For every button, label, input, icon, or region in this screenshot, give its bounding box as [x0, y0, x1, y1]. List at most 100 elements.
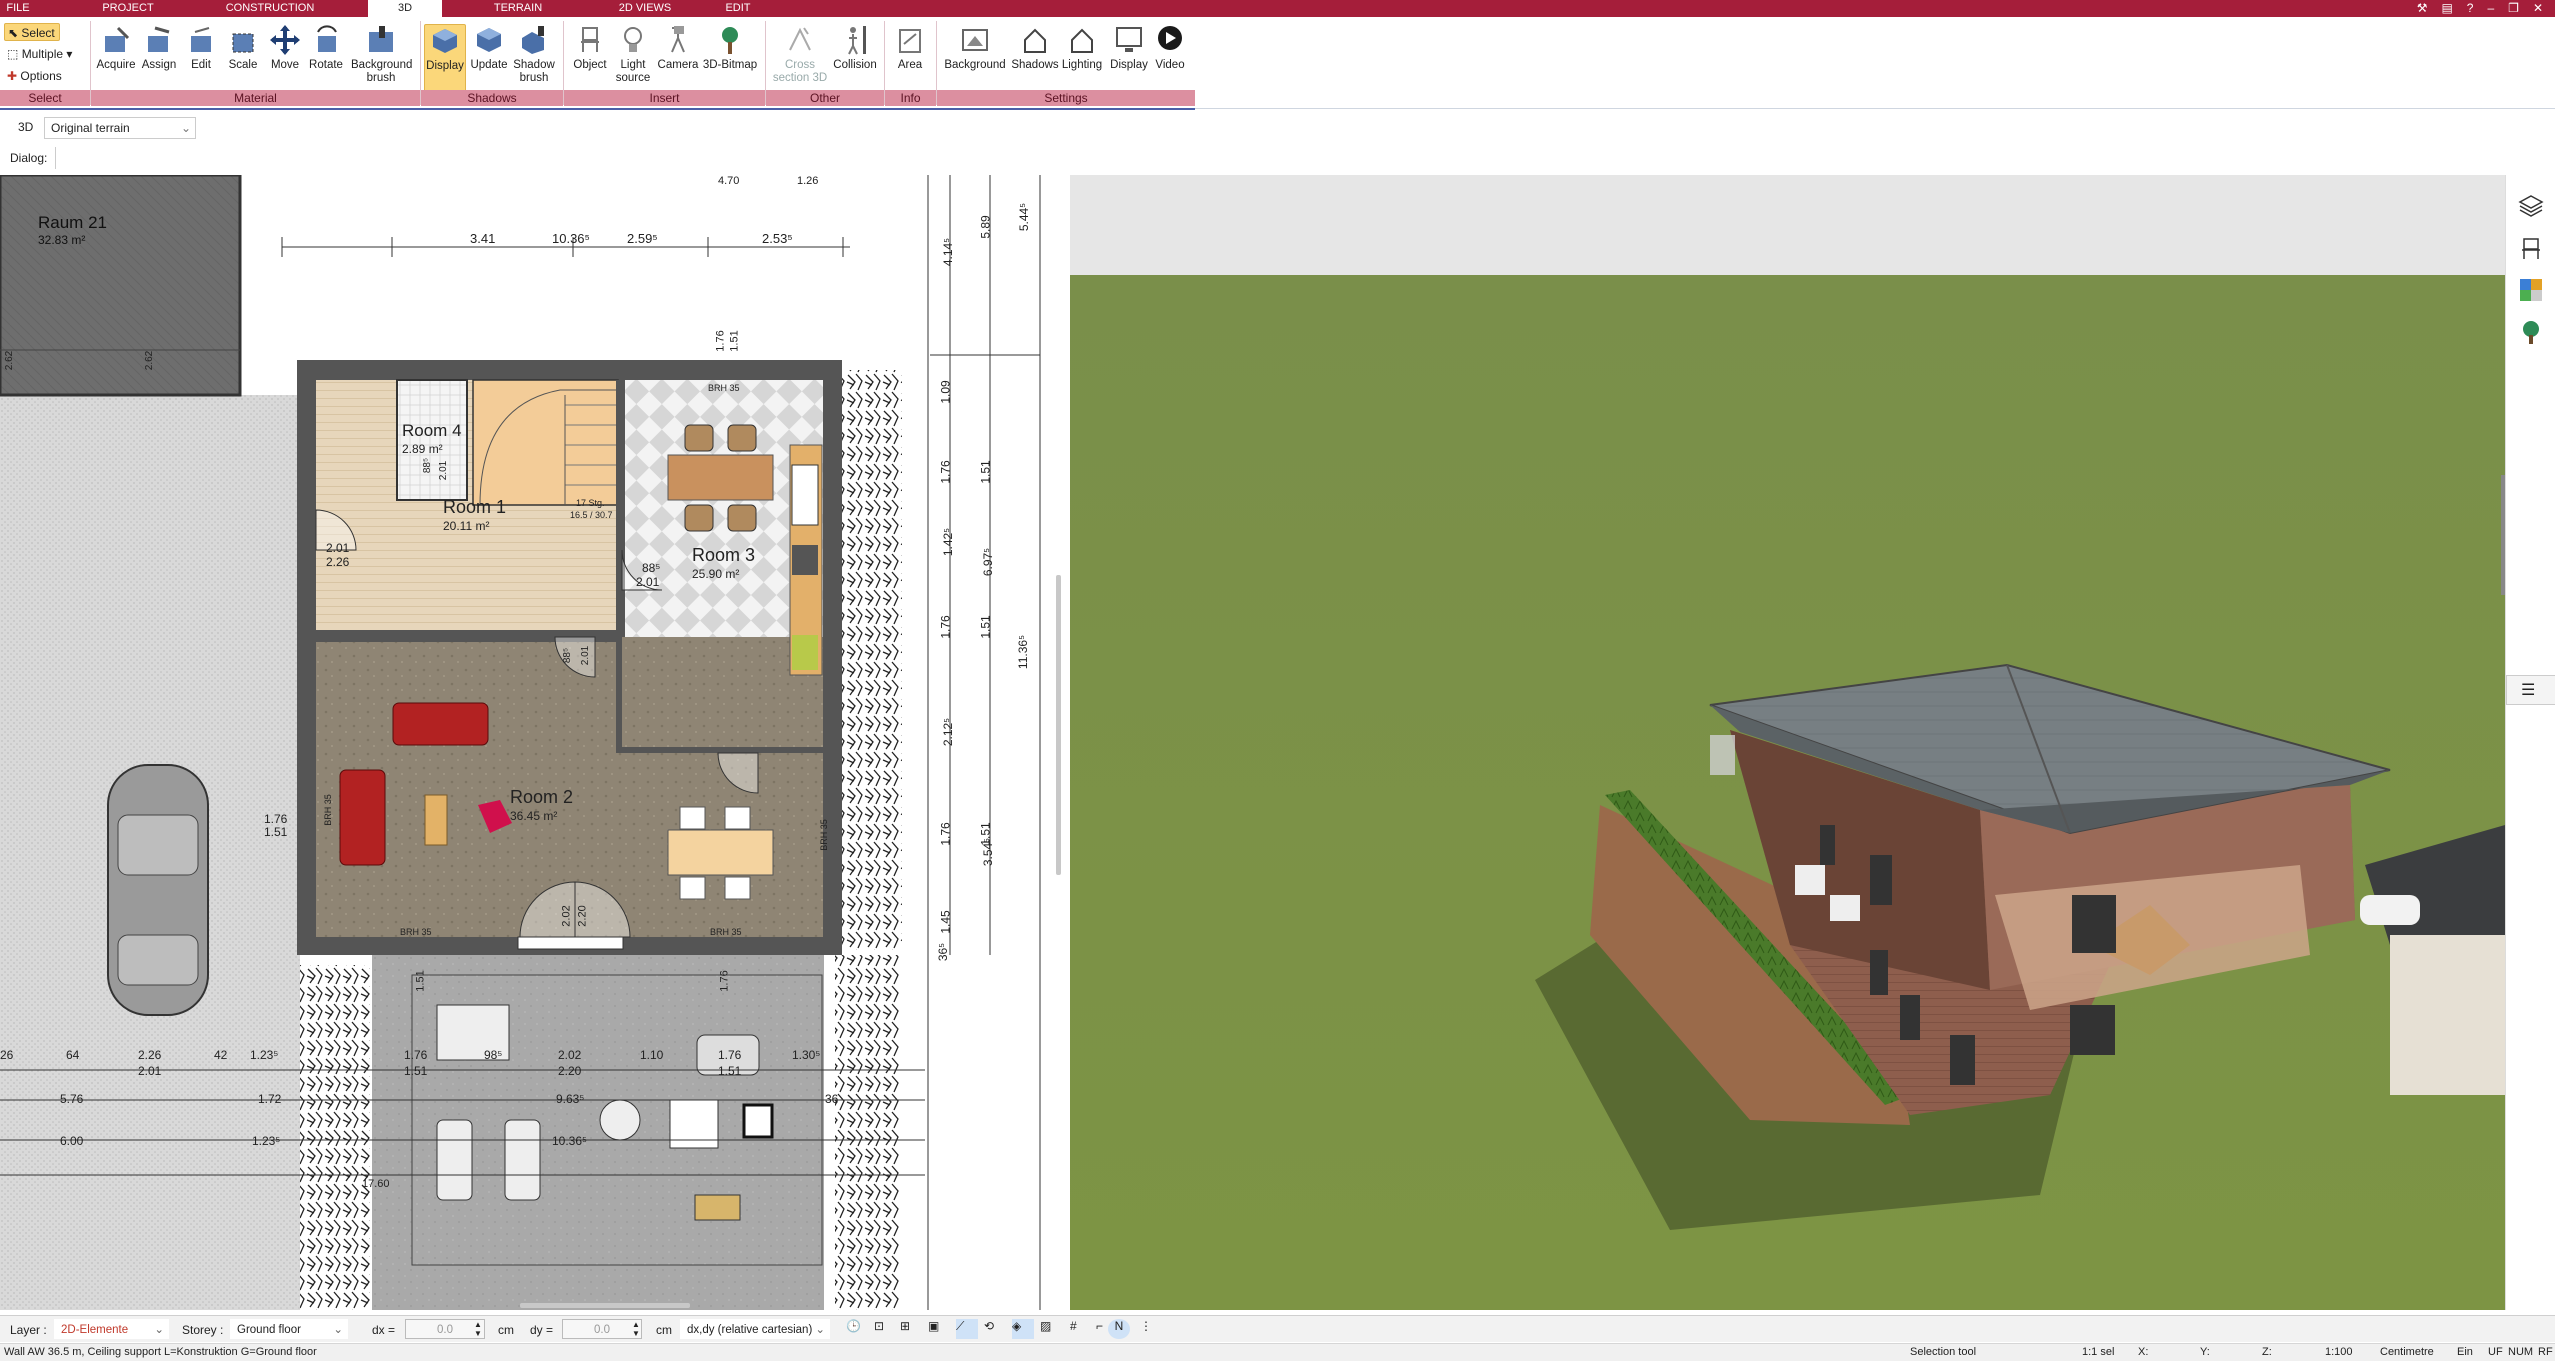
video-button[interactable]: Video — [1150, 24, 1190, 100]
shadow-update-button[interactable]: Update — [468, 24, 510, 100]
background-brush-icon — [369, 26, 393, 52]
snap-point-icon[interactable]: ⊡ — [874, 1319, 896, 1339]
snap-wall-icon[interactable]: ◈ — [1012, 1319, 1034, 1339]
dimension-label: 6.97⁵ — [981, 547, 996, 577]
coordinate-mode-select[interactable]: dx,dy (relative cartesian) ⌄ — [680, 1319, 830, 1339]
grid-icon[interactable]: # — [1070, 1319, 1092, 1339]
snap-object-icon[interactable]: ▣ — [928, 1319, 950, 1339]
tab-file[interactable]: FILE — [0, 0, 36, 17]
restore-icon[interactable]: ❐ — [2508, 0, 2519, 17]
uf-indicator: UF — [2488, 1346, 2503, 1358]
north-icon[interactable]: N — [1108, 1319, 1130, 1339]
active-tool-info: Selection tool — [1910, 1346, 1977, 1358]
acquire-button[interactable]: Acquire — [94, 24, 138, 100]
dimension-label: 5.44⁵ — [1017, 202, 1032, 232]
more-options-icon[interactable]: ⋮ — [1140, 1319, 1162, 1339]
options-button[interactable]: ✚ Options — [4, 67, 66, 85]
tools-icon[interactable]: ⚒ — [2417, 0, 2428, 17]
tab-edit[interactable]: EDIT — [718, 0, 758, 17]
dimension-label: 1.51 — [264, 825, 288, 839]
room-name: Room 2 — [510, 787, 574, 807]
scale-button[interactable]: Scale — [224, 24, 262, 100]
dimension-label: 1.45 — [938, 910, 953, 934]
3d-view[interactable] — [1070, 175, 2505, 1310]
dy-input[interactable]: 0.0 — [562, 1319, 642, 1339]
shadows-settings-button[interactable]: Shadows — [1010, 24, 1060, 100]
shadow-brush-icon — [522, 26, 544, 54]
dimension-label: 36 — [825, 1092, 839, 1106]
layers-icon[interactable] — [2518, 193, 2544, 219]
room-area: 2.89 m² — [402, 442, 443, 456]
object-label: Object — [573, 59, 607, 71]
edit-material-icon — [191, 27, 211, 52]
select-tool-button[interactable]: ⬉ Select — [4, 23, 60, 41]
assign-button[interactable]: Assign — [138, 24, 180, 100]
rf-indicator: RF — [2538, 1346, 2553, 1358]
display-settings-button[interactable]: Display — [1106, 24, 1152, 100]
tree-plants-icon[interactable] — [2518, 319, 2544, 345]
dialog-separator — [55, 147, 56, 169]
insert-object-button[interactable]: Object — [568, 24, 612, 100]
panel-toggle-button[interactable]: ☰ — [2506, 675, 2555, 705]
background-brush-button[interactable]: Background brush — [348, 24, 414, 100]
dx-stepper-icon[interactable]: ▲ ▼ — [474, 1320, 482, 1338]
dy-stepper-icon[interactable]: ▲ ▼ — [632, 1320, 640, 1338]
3d-bitmap-button[interactable]: 3D-Bitmap — [700, 24, 760, 100]
furniture-chair-icon[interactable] — [2518, 235, 2544, 261]
snap-grid-icon[interactable]: ⊞ — [900, 1319, 922, 1339]
tab-2d-views[interactable]: 2D VIEWS — [612, 0, 678, 17]
scale-icon — [232, 33, 254, 53]
3d-scene — [1070, 175, 2505, 1310]
collision-person-icon — [848, 26, 866, 55]
multiple-dropdown[interactable]: ⬚ Multiple ▾ — [4, 45, 76, 63]
lightbulb-icon — [624, 27, 642, 52]
view-icon[interactable]: ▤ — [2441, 0, 2452, 17]
edit-button[interactable]: Edit — [182, 24, 220, 100]
dimension-label: 2.59⁵ — [627, 231, 658, 246]
floor-plan-view[interactable]: Raum 21 32.83 m² Room 4 2.89 m² Room 1 2… — [0, 175, 1067, 1310]
dy-label: dy = — [530, 1323, 554, 1337]
minimize-icon[interactable]: – — [2487, 0, 2494, 17]
lighting-house-icon — [1071, 28, 1093, 53]
terrain-select[interactable]: Original terrain ⌄ — [44, 117, 196, 139]
cross-section-3d-button[interactable]: Cross section 3D — [770, 24, 830, 100]
move-label: Move — [270, 59, 300, 71]
area-button[interactable]: Area — [888, 24, 932, 100]
room-area: 36.45 m² — [510, 809, 558, 823]
tab-project[interactable]: PROJECT — [100, 0, 156, 17]
dimension-label: 2.62 — [4, 350, 16, 371]
shadow-display-label: Display — [426, 60, 464, 72]
horizontal-scrollbar[interactable] — [520, 1303, 690, 1308]
lighting-settings-button[interactable]: Lighting — [1060, 24, 1104, 100]
tab-3d[interactable]: 3D — [368, 0, 442, 17]
background-settings-button[interactable]: Background — [940, 24, 1010, 100]
snap-angle-icon[interactable]: ⟲ — [984, 1319, 1006, 1339]
shadow-brush-button[interactable]: Shadow brush — [510, 24, 558, 100]
close-icon[interactable]: ✕ — [2533, 0, 2543, 17]
vertical-scrollbar[interactable] — [1056, 575, 1061, 875]
snap-line-icon[interactable]: ⟋ — [956, 1319, 978, 1339]
move-button[interactable]: Move — [266, 24, 304, 100]
dx-input[interactable]: 0.0 — [405, 1319, 485, 1339]
materials-palette-icon[interactable] — [2518, 277, 2544, 303]
dimension-label: 2.02 — [558, 1048, 582, 1062]
tab-terrain[interactable]: TERRAIN — [490, 0, 546, 17]
tab-construction[interactable]: CONSTRUCTION — [215, 0, 325, 17]
play-video-icon — [1158, 26, 1182, 50]
camera-button[interactable]: Camera — [656, 24, 700, 100]
snap-hatch-icon[interactable]: ▨ — [1040, 1319, 1062, 1339]
group-material-label: Material — [91, 90, 420, 106]
layer-select[interactable]: 2D-Elemente ⌄ — [54, 1319, 169, 1339]
clock-icon[interactable]: 🕒 — [846, 1319, 868, 1339]
shadow-display-button[interactable]: Display — [424, 24, 466, 100]
lighting-label: Lighting — [1061, 59, 1103, 71]
help-icon[interactable]: ? — [2467, 0, 2474, 17]
storey-select[interactable]: Ground floor ⌄ — [230, 1319, 348, 1339]
collision-button[interactable]: Collision — [830, 24, 880, 100]
coordinate-mode-value: dx,dy (relative cartesian) — [687, 1324, 813, 1336]
rotate-button[interactable]: Rotate — [306, 24, 346, 100]
dimension-label: 10.36⁵ — [552, 231, 590, 246]
light-source-button[interactable]: Light source — [612, 24, 654, 100]
room-name: Room 1 — [443, 497, 507, 517]
door-dimension: 88⁵ — [562, 647, 574, 664]
